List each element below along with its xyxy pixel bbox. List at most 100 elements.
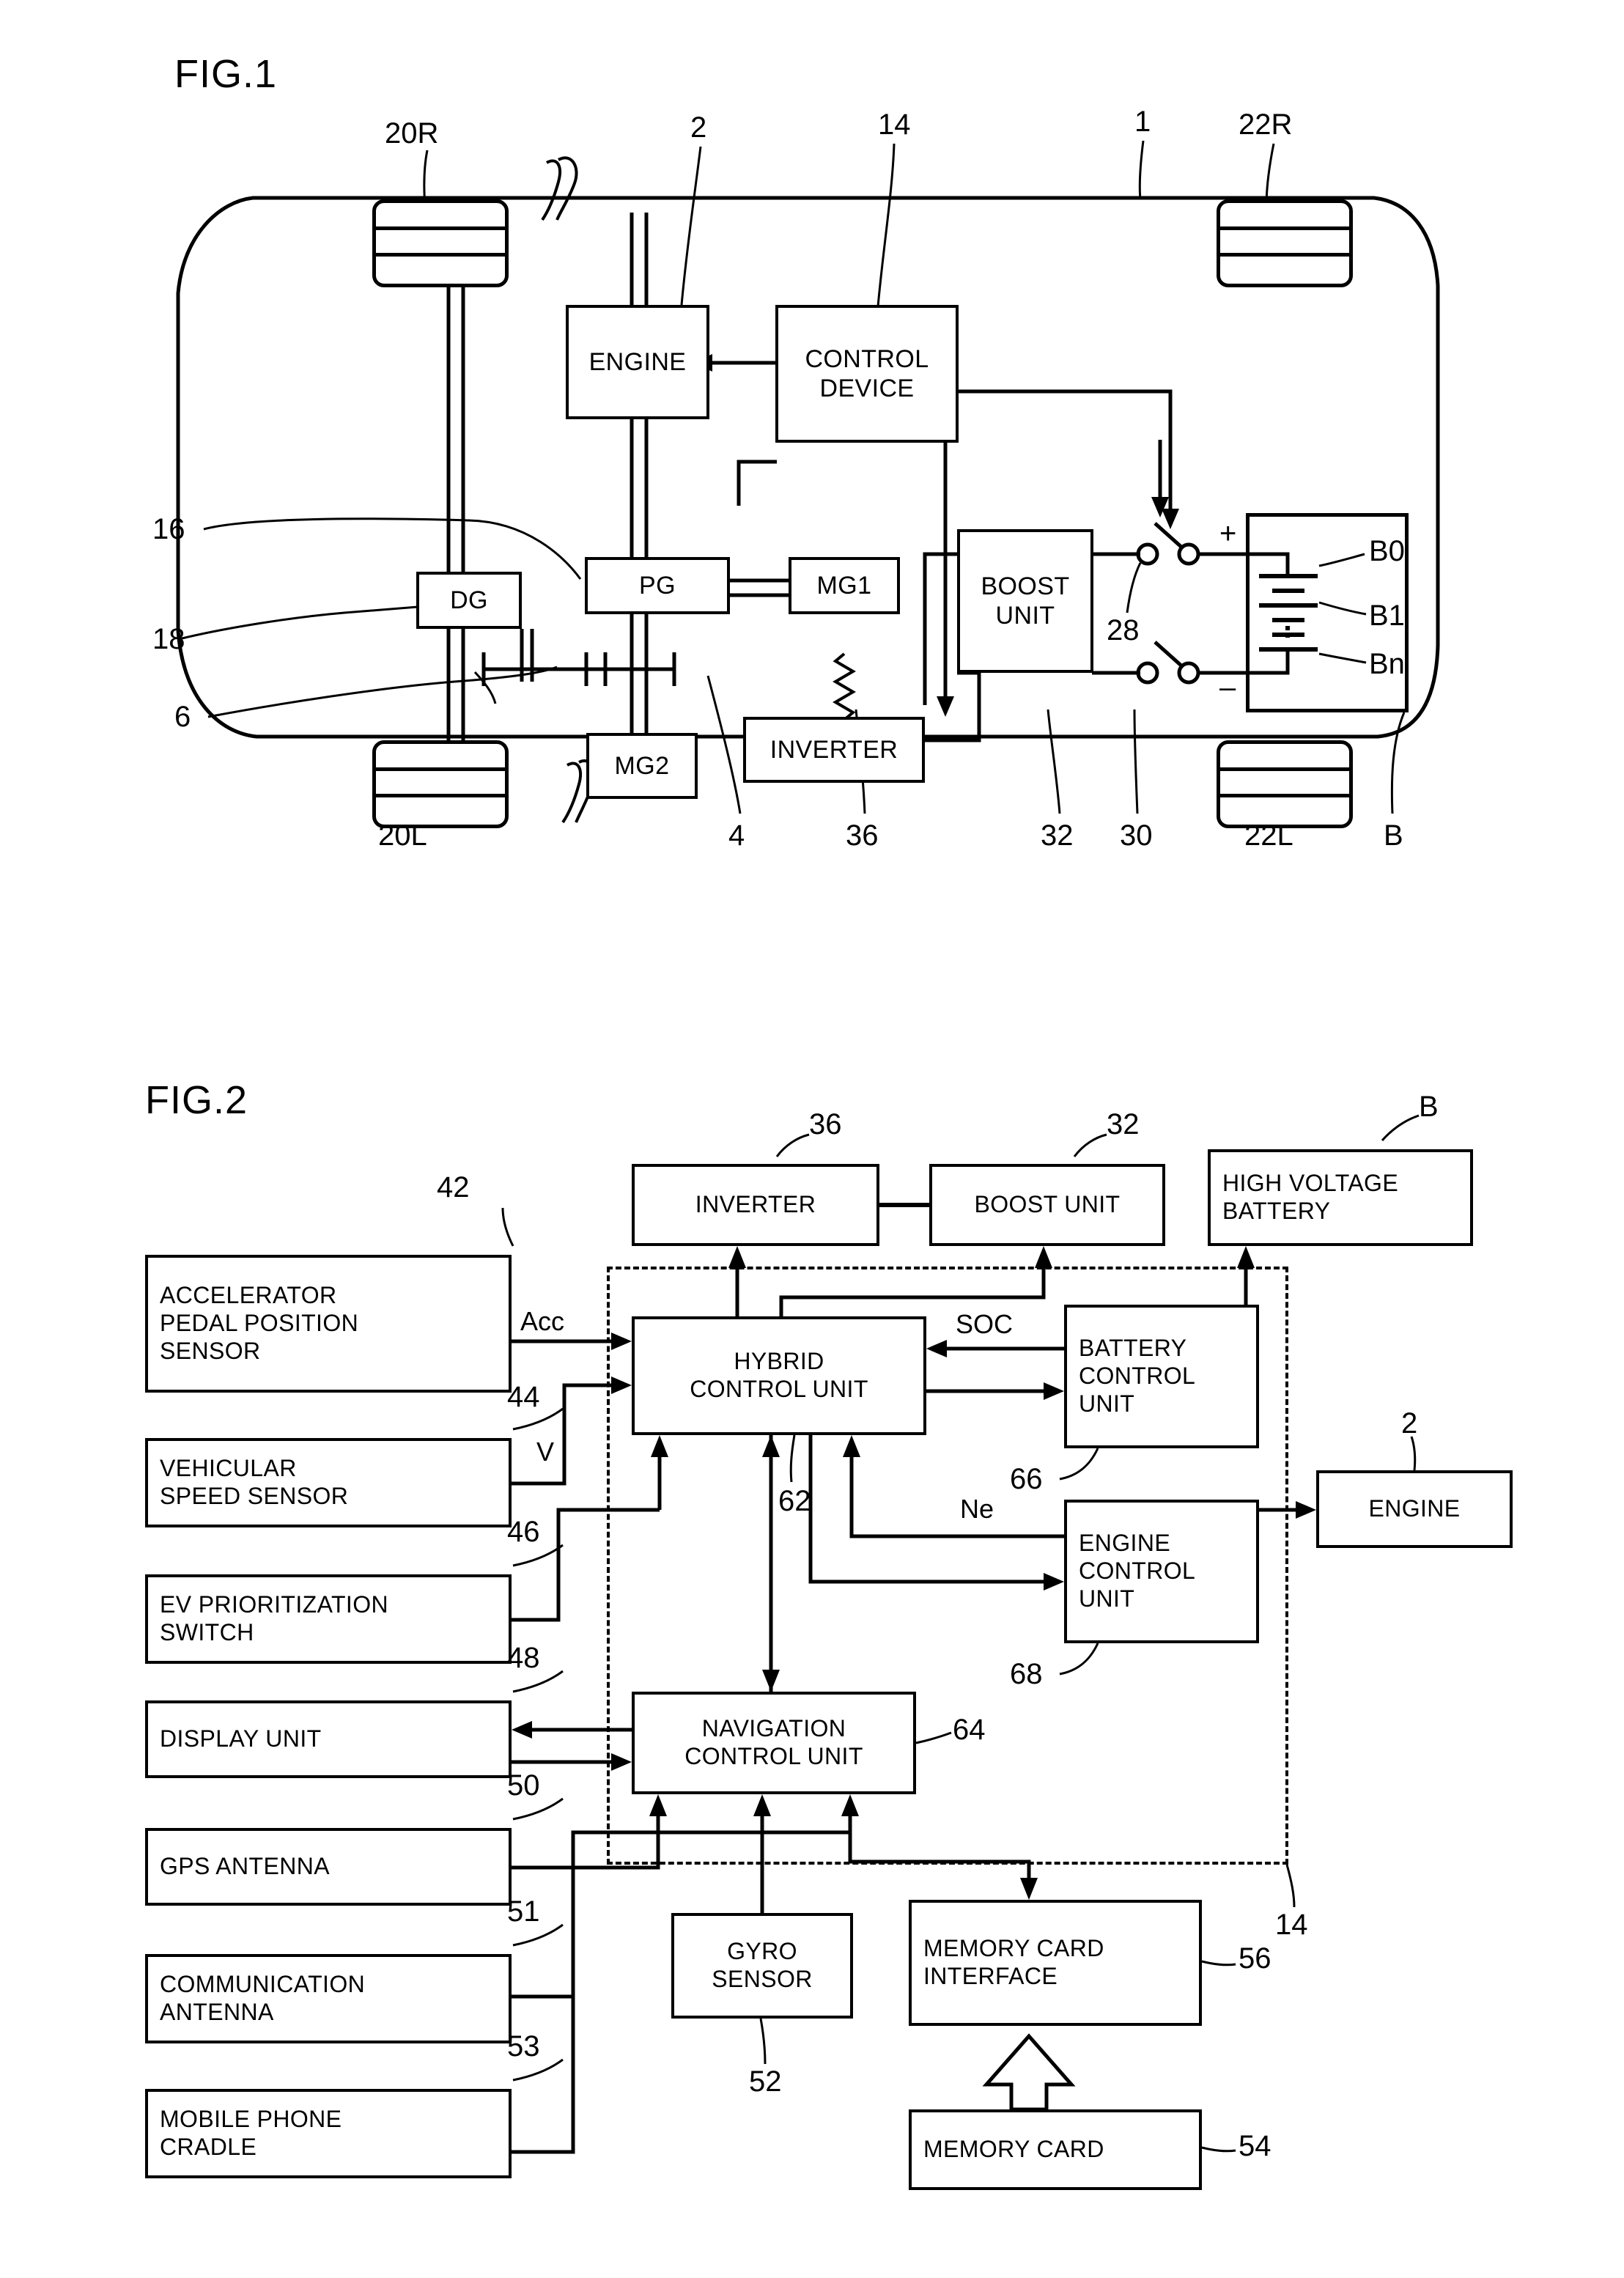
fig1-pg-label: PG (639, 571, 676, 600)
fig2-ref-54: 54 (1239, 2130, 1271, 2162)
fig1-mg2-block: MG2 (586, 733, 698, 799)
fig2-phone-cradle-label: MOBILE PHONE CRADLE (160, 2106, 342, 2160)
fig2-ev-switch-label: EV PRIORITIZATION SWITCH (160, 1591, 389, 1645)
fig2-ref-36: 36 (809, 1108, 842, 1140)
fig1-ref-36: 36 (846, 819, 879, 852)
fig2-ref-48: 48 (507, 1642, 540, 1674)
fig1-boost-unit-label: BOOST UNIT (981, 572, 1070, 630)
fig2-gps-antenna-label: GPS ANTENNA (160, 1853, 331, 1880)
battery-negative-terminal: – (1219, 671, 1236, 704)
fig2-ref-2: 2 (1401, 1407, 1418, 1440)
fig1-ref-20L: 20L (378, 819, 427, 852)
fig2-gyro-sensor-label: GYRO SENSOR (712, 1938, 813, 1992)
fig1-ref-14: 14 (878, 108, 911, 141)
fig2-high-voltage-battery-label: HIGH VOLTAGE BATTERY (1222, 1170, 1399, 1224)
fig1-dg-label: DG (450, 586, 488, 614)
fig2-ref-44: 44 (507, 1381, 540, 1413)
fig2-hybrid-control-unit-block: HYBRID CONTROL UNIT (632, 1316, 926, 1435)
fig2-signal-v: V (534, 1437, 558, 1467)
battery-cell-bn-label: Bn (1369, 648, 1405, 680)
fig1-ref-1: 1 (1134, 106, 1151, 138)
fig2-ref-52: 52 (749, 2065, 782, 2098)
tire-22L (1217, 740, 1353, 828)
fig1-ref-30: 30 (1120, 819, 1153, 852)
fig2-ev-prioritization-switch-block: EV PRIORITIZATION SWITCH (145, 1574, 512, 1664)
fig1-pg-block: PG (585, 557, 730, 614)
fig2-card-interface-label: MEMORY CARD INTERFACE (923, 1935, 1104, 1989)
fig2-ref-32: 32 (1107, 1108, 1140, 1140)
fig2-signal-ne: Ne (957, 1494, 997, 1525)
fig2-signal-acc: Acc (517, 1306, 568, 1337)
fig2-memory-card-interface-block: MEMORY CARD INTERFACE (909, 1900, 1202, 2026)
fig2-ref-51: 51 (507, 1895, 540, 1928)
fig2-engine-control-unit-block: ENGINE CONTROL UNIT (1064, 1500, 1259, 1643)
fig1-boost-unit-block: BOOST UNIT (957, 529, 1093, 673)
fig2-engine-cu-label: ENGINE CONTROL UNIT (1079, 1530, 1196, 1612)
battery-cell-b1-label: B1 (1369, 600, 1405, 632)
fig1-engine-label: ENGINE (588, 347, 687, 376)
fig1-ref-32: 32 (1041, 819, 1074, 852)
fig1-mg2-label: MG2 (614, 751, 670, 780)
fig1-ref-22R: 22R (1239, 108, 1293, 141)
fig2-gyro-sensor-block: GYRO SENSOR (671, 1913, 853, 2019)
fig2-ref-B: B (1419, 1091, 1439, 1123)
fig2-inverter-block: INVERTER (632, 1164, 879, 1246)
fig2-accelerator-pedal-position-sensor-block: ACCELERATOR PEDAL POSITION SENSOR (145, 1255, 512, 1393)
fig2-ref-53: 53 (507, 2030, 540, 2063)
fig1-ref-28: 28 (1107, 614, 1140, 646)
fig2-engine-block: ENGINE (1316, 1470, 1513, 1548)
fig2-high-voltage-battery-block: HIGH VOLTAGE BATTERY (1208, 1149, 1473, 1246)
tire-20R (372, 199, 509, 287)
fig1-inverter-label: INVERTER (769, 735, 898, 764)
fig1-inverter-block: INVERTER (743, 717, 925, 783)
fig2-battery-control-unit-block: BATTERY CONTROL UNIT (1064, 1305, 1259, 1448)
fig2-ref-56: 56 (1239, 1942, 1271, 1975)
fig2-navigation-control-unit-block: NAVIGATION CONTROL UNIT (632, 1692, 916, 1794)
fig1-control-device-label: CONTROL DEVICE (805, 344, 929, 402)
fig2-communication-antenna-block: COMMUNICATION ANTENNA (145, 1954, 512, 2043)
fig2-engine-label: ENGINE (1368, 1495, 1461, 1522)
fig1-dg-block: DG (416, 572, 522, 629)
fig2-ref-50: 50 (507, 1769, 540, 1802)
fig1-mg1-label: MG1 (816, 571, 872, 600)
fig2-display-unit-label: DISPLAY UNIT (160, 1725, 322, 1752)
fig2-vehicular-speed-sensor-block: VEHICULAR SPEED SENSOR (145, 1438, 512, 1527)
fig1-ref-6: 6 (174, 701, 191, 733)
fig2-display-unit-block: DISPLAY UNIT (145, 1700, 512, 1778)
fig2-battery-cu-label: BATTERY CONTROL UNIT (1079, 1335, 1196, 1417)
fig2-memory-card-block: MEMORY CARD (909, 2109, 1202, 2190)
fig2-inverter-label: INVERTER (695, 1191, 816, 1218)
fig2-ref-64: 64 (953, 1714, 986, 1746)
fig2-hybrid-cu-label: HYBRID CONTROL UNIT (690, 1348, 868, 1402)
fig1-mg1-block: MG1 (789, 557, 900, 614)
fig2-ref-68: 68 (1010, 1658, 1043, 1690)
fig2-speed-sensor-label: VEHICULAR SPEED SENSOR (160, 1455, 349, 1509)
battery-positive-terminal: + (1219, 517, 1237, 550)
battery-cell-b0-label: B0 (1369, 535, 1405, 567)
fig2-gps-antenna-block: GPS ANTENNA (145, 1828, 512, 1906)
fig1-engine-block: ENGINE (566, 305, 709, 419)
fig2-memory-card-label: MEMORY CARD (923, 2136, 1104, 2163)
tire-22R (1217, 199, 1353, 287)
fig1-ref-18: 18 (152, 623, 185, 655)
fig2-accel-sensor-label: ACCELERATOR PEDAL POSITION SENSOR (160, 1282, 359, 1364)
fig1-ref-2: 2 (690, 111, 707, 144)
fig1-ref-4: 4 (728, 819, 745, 852)
fig2-ref-66: 66 (1010, 1463, 1043, 1495)
fig2-ref-14: 14 (1275, 1909, 1308, 1941)
fig1-ref-20R: 20R (385, 117, 439, 150)
fig2-comm-antenna-label: COMMUNICATION ANTENNA (160, 1971, 366, 2025)
fig1-ref-B: B (1384, 819, 1403, 852)
fig2-navigation-cu-label: NAVIGATION CONTROL UNIT (684, 1715, 863, 1769)
fig2-ref-46: 46 (507, 1516, 540, 1548)
patent-drawing-sheet: FIG.1 ENGINE CONTROL DEVICE BOOST UNIT D… (0, 0, 1624, 2278)
tire-20L (372, 740, 509, 828)
fig2-mobile-phone-cradle-block: MOBILE PHONE CRADLE (145, 2089, 512, 2178)
fig2-ref-62: 62 (778, 1485, 811, 1517)
fig1-ref-22L: 22L (1244, 819, 1293, 852)
fig2-ref-42: 42 (437, 1171, 470, 1203)
fig1-control-device-block: CONTROL DEVICE (775, 305, 959, 443)
fig2-boost-unit-label: BOOST UNIT (974, 1191, 1121, 1218)
fig1-ref-16: 16 (152, 513, 185, 545)
fig2-signal-soc: SOC (953, 1309, 1016, 1340)
